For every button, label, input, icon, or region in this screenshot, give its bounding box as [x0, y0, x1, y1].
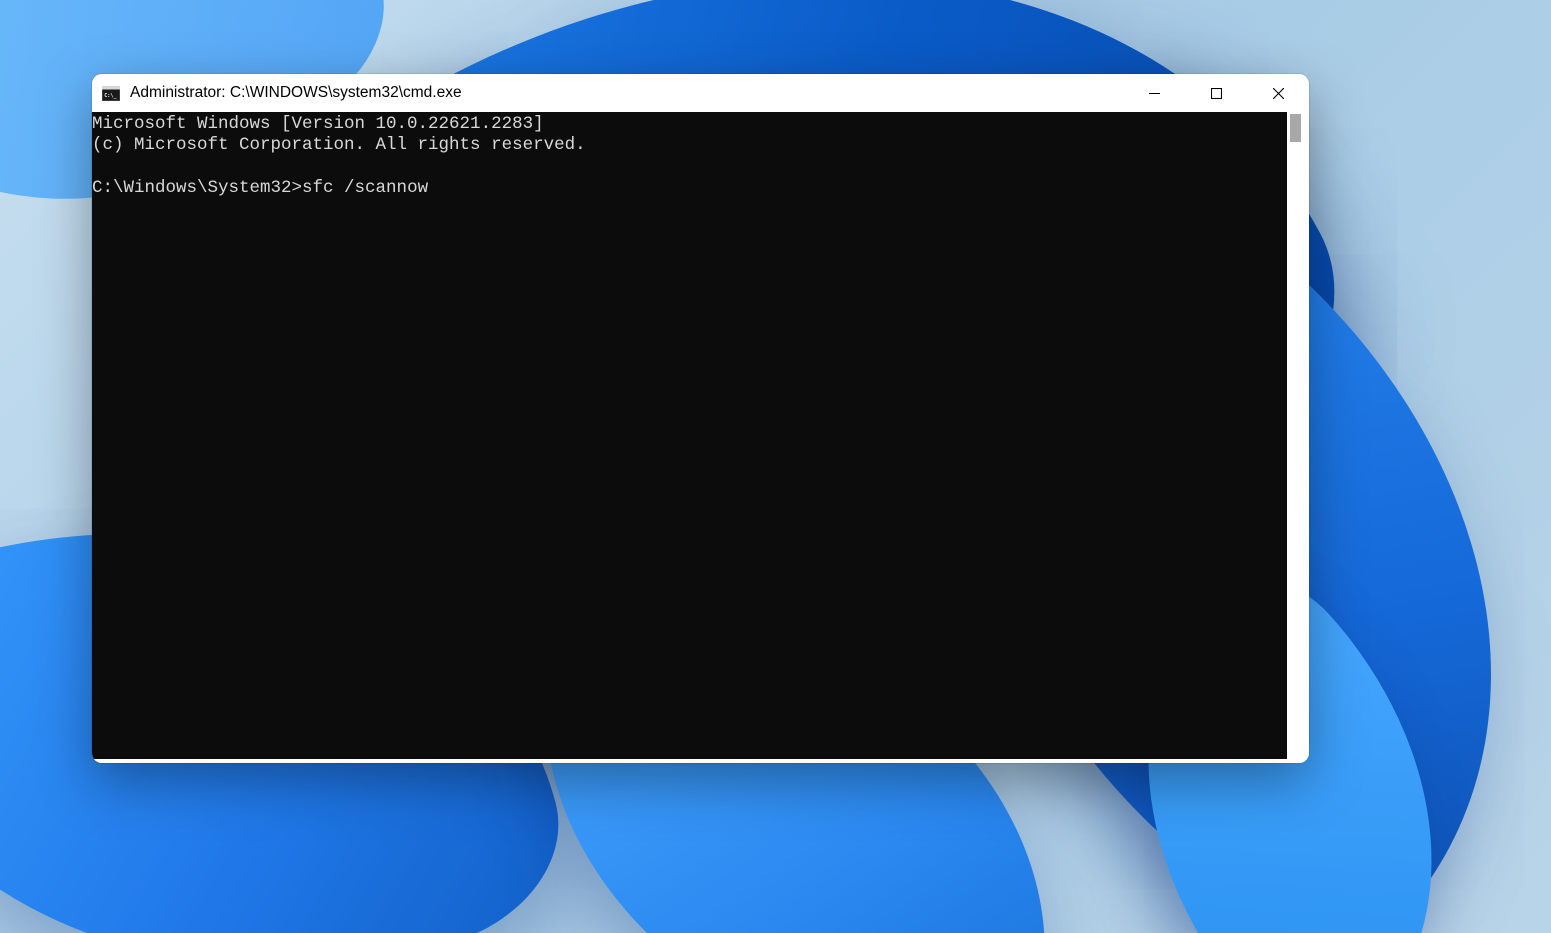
scrollbar[interactable] [1287, 112, 1305, 759]
prompt: C:\Windows\System32> [92, 178, 302, 198]
copyright-line: (c) Microsoft Corporation. All rights re… [92, 135, 586, 155]
terminal-wrapper: Microsoft Windows [Version 10.0.22621.22… [92, 112, 1309, 763]
close-icon [1273, 88, 1284, 99]
svg-text:C:\_: C:\_ [104, 93, 117, 99]
terminal-output[interactable]: Microsoft Windows [Version 10.0.22621.22… [92, 112, 1287, 759]
window-title: Administrator: C:\WINDOWS\system32\cmd.e… [130, 84, 1123, 102]
maximize-icon [1211, 88, 1222, 99]
close-button[interactable] [1247, 74, 1309, 112]
command-input[interactable]: sfc /scannow [302, 178, 428, 198]
cmd-icon: C:\_ [102, 86, 120, 101]
window-controls [1123, 74, 1309, 112]
maximize-button[interactable] [1185, 74, 1247, 112]
version-line: Microsoft Windows [Version 10.0.22621.22… [92, 114, 544, 134]
minimize-button[interactable] [1123, 74, 1185, 112]
minimize-icon [1149, 88, 1160, 99]
scrollbar-thumb[interactable] [1290, 114, 1301, 142]
cmd-window: C:\_ Administrator: C:\WINDOWS\system32\… [92, 74, 1309, 763]
titlebar[interactable]: C:\_ Administrator: C:\WINDOWS\system32\… [92, 74, 1309, 112]
